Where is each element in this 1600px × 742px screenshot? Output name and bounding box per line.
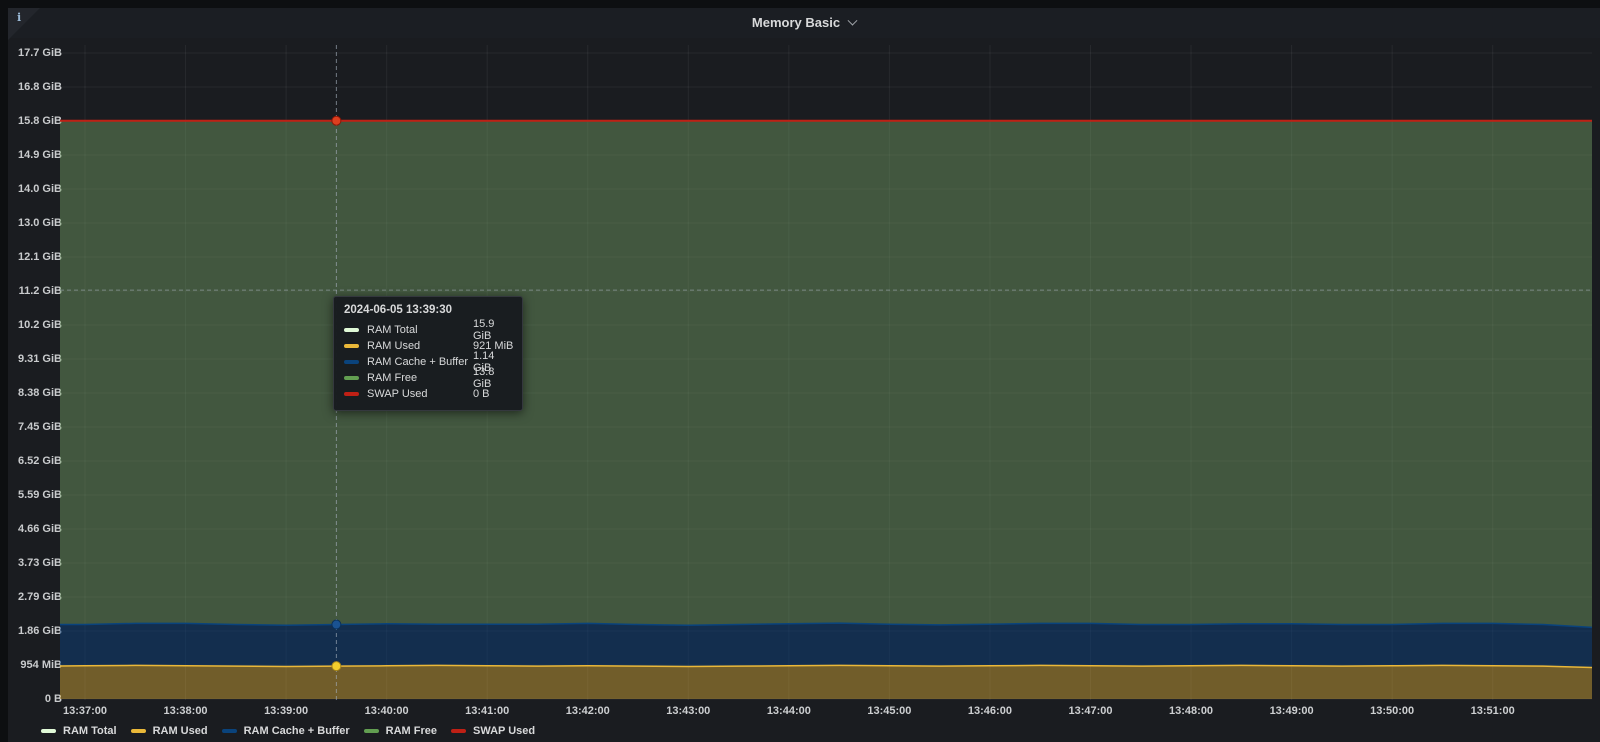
legend-item[interactable]: RAM Cache + Buffer: [222, 724, 350, 738]
legend-color-swatch: [451, 729, 466, 733]
ram-free-area: [60, 121, 1592, 628]
tooltip-series-value: 15.9 GiB: [473, 318, 514, 342]
legend: RAM Total RAM Used RAM Cache + Buffer RAM F…: [41, 721, 549, 741]
y-tick-label: 10.2 GiB: [8, 318, 62, 332]
ram-used-area: [60, 665, 1592, 699]
panel-title-menu[interactable]: Memory Basic: [8, 15, 1600, 30]
tooltip-row: RAM Free13.8 GiB: [344, 370, 514, 386]
legend-label[interactable]: RAM Cache + Buffer: [244, 724, 350, 738]
series-color-swatch: [344, 392, 359, 396]
legend-label[interactable]: RAM Total: [63, 724, 117, 738]
x-tick-label: 13:49:00: [1256, 704, 1328, 718]
legend-label[interactable]: RAM Used: [153, 724, 208, 738]
tooltip-rows: RAM Total15.9 GiBRAM Used921 MiBRAM Cach…: [344, 322, 514, 402]
series-color-swatch: [344, 360, 359, 364]
legend-item[interactable]: RAM Free: [364, 724, 437, 738]
y-tick-label: 1.86 GiB: [8, 624, 62, 638]
memory-chart-plot[interactable]: [60, 45, 1592, 700]
y-tick-label: 6.52 GiB: [8, 454, 62, 468]
tooltip-series-label: SWAP Used: [367, 388, 473, 400]
legend-color-swatch: [364, 729, 379, 733]
x-tick-label: 13:43:00: [652, 704, 724, 718]
x-tick-label: 13:50:00: [1356, 704, 1428, 718]
tooltip-row: SWAP Used0 B: [344, 386, 514, 402]
tooltip-series-label: RAM Total: [367, 324, 473, 336]
panel-info-corner[interactable]: [8, 8, 40, 40]
tooltip-timestamp: 2024-06-05 13:39:30: [344, 304, 514, 316]
x-tick-label: 13:37:00: [49, 704, 121, 718]
y-tick-label: 14.9 GiB: [8, 148, 62, 162]
y-tick-label: 3.73 GiB: [8, 556, 62, 570]
x-tick-label: 13:40:00: [351, 704, 423, 718]
tooltip-series-value: 13.8 GiB: [473, 366, 514, 390]
y-tick-label: 13.0 GiB: [8, 216, 62, 230]
y-tick-label: 9.31 GiB: [8, 352, 62, 366]
x-tick-label: 13:44:00: [753, 704, 825, 718]
info-icon[interactable]: i: [17, 11, 21, 24]
x-tick-label: 13:46:00: [954, 704, 1026, 718]
y-tick-label: 8.38 GiB: [8, 386, 62, 400]
x-tick-label: 13:47:00: [1055, 704, 1127, 718]
legend-color-swatch: [222, 729, 237, 733]
y-tick-label: 4.66 GiB: [8, 522, 62, 536]
y-tick-label: 12.1 GiB: [8, 250, 62, 264]
panel-title: Memory Basic: [752, 15, 840, 30]
hover-dot-swap-total: [332, 116, 341, 125]
x-tick-label: 13:48:00: [1155, 704, 1227, 718]
y-tick-label: 15.8 GiB: [8, 114, 62, 128]
y-tick-label: 2.79 GiB: [8, 590, 62, 604]
series-color-swatch: [344, 376, 359, 380]
x-tick-label: 13:51:00: [1457, 704, 1529, 718]
y-tick-label: 11.2 GiB: [8, 284, 62, 298]
hover-tooltip: 2024-06-05 13:39:30 RAM Total15.9 GiBRAM…: [333, 296, 523, 411]
x-tick-label: 13:42:00: [552, 704, 624, 718]
legend-label[interactable]: SWAP Used: [473, 724, 535, 738]
y-tick-label: 16.8 GiB: [8, 80, 62, 94]
tooltip-series-label: RAM Cache + Buffer: [367, 356, 473, 368]
legend-color-swatch: [41, 729, 56, 733]
chevron-down-icon[interactable]: [848, 16, 858, 26]
y-tick-label: 14.0 GiB: [8, 182, 62, 196]
hover-dot-cache: [332, 620, 341, 629]
legend-color-swatch: [131, 729, 146, 733]
x-tick-label: 13:45:00: [853, 704, 925, 718]
x-tick-label: 13:38:00: [150, 704, 222, 718]
x-tick-label: 13:41:00: [451, 704, 523, 718]
legend-item[interactable]: SWAP Used: [451, 724, 535, 738]
series-color-swatch: [344, 344, 359, 348]
y-tick-label: 7.45 GiB: [8, 420, 62, 434]
legend-item[interactable]: RAM Total: [41, 724, 117, 738]
hover-dot-used: [332, 662, 341, 671]
ram-cache-buffer-area: [60, 623, 1592, 668]
tooltip-series-label: RAM Free: [367, 372, 473, 384]
x-tick-label: 13:39:00: [250, 704, 322, 718]
y-tick-label: 17.7 GiB: [8, 46, 62, 60]
panel-header: Memory Basic: [8, 8, 1600, 38]
tooltip-series-value: 0 B: [473, 388, 514, 400]
y-tick-label: 5.59 GiB: [8, 488, 62, 502]
tooltip-series-label: RAM Used: [367, 340, 473, 352]
legend-label[interactable]: RAM Free: [386, 724, 437, 738]
memory-basic-panel: Memory Basic i 0 B 954 MiB 1.86 GiB 2.79 Gi…: [8, 8, 1600, 742]
series-color-swatch: [344, 328, 359, 332]
legend-item[interactable]: RAM Used: [131, 724, 208, 738]
tooltip-row: RAM Total15.9 GiB: [344, 322, 514, 338]
y-tick-label: 954 MiB: [8, 658, 62, 672]
